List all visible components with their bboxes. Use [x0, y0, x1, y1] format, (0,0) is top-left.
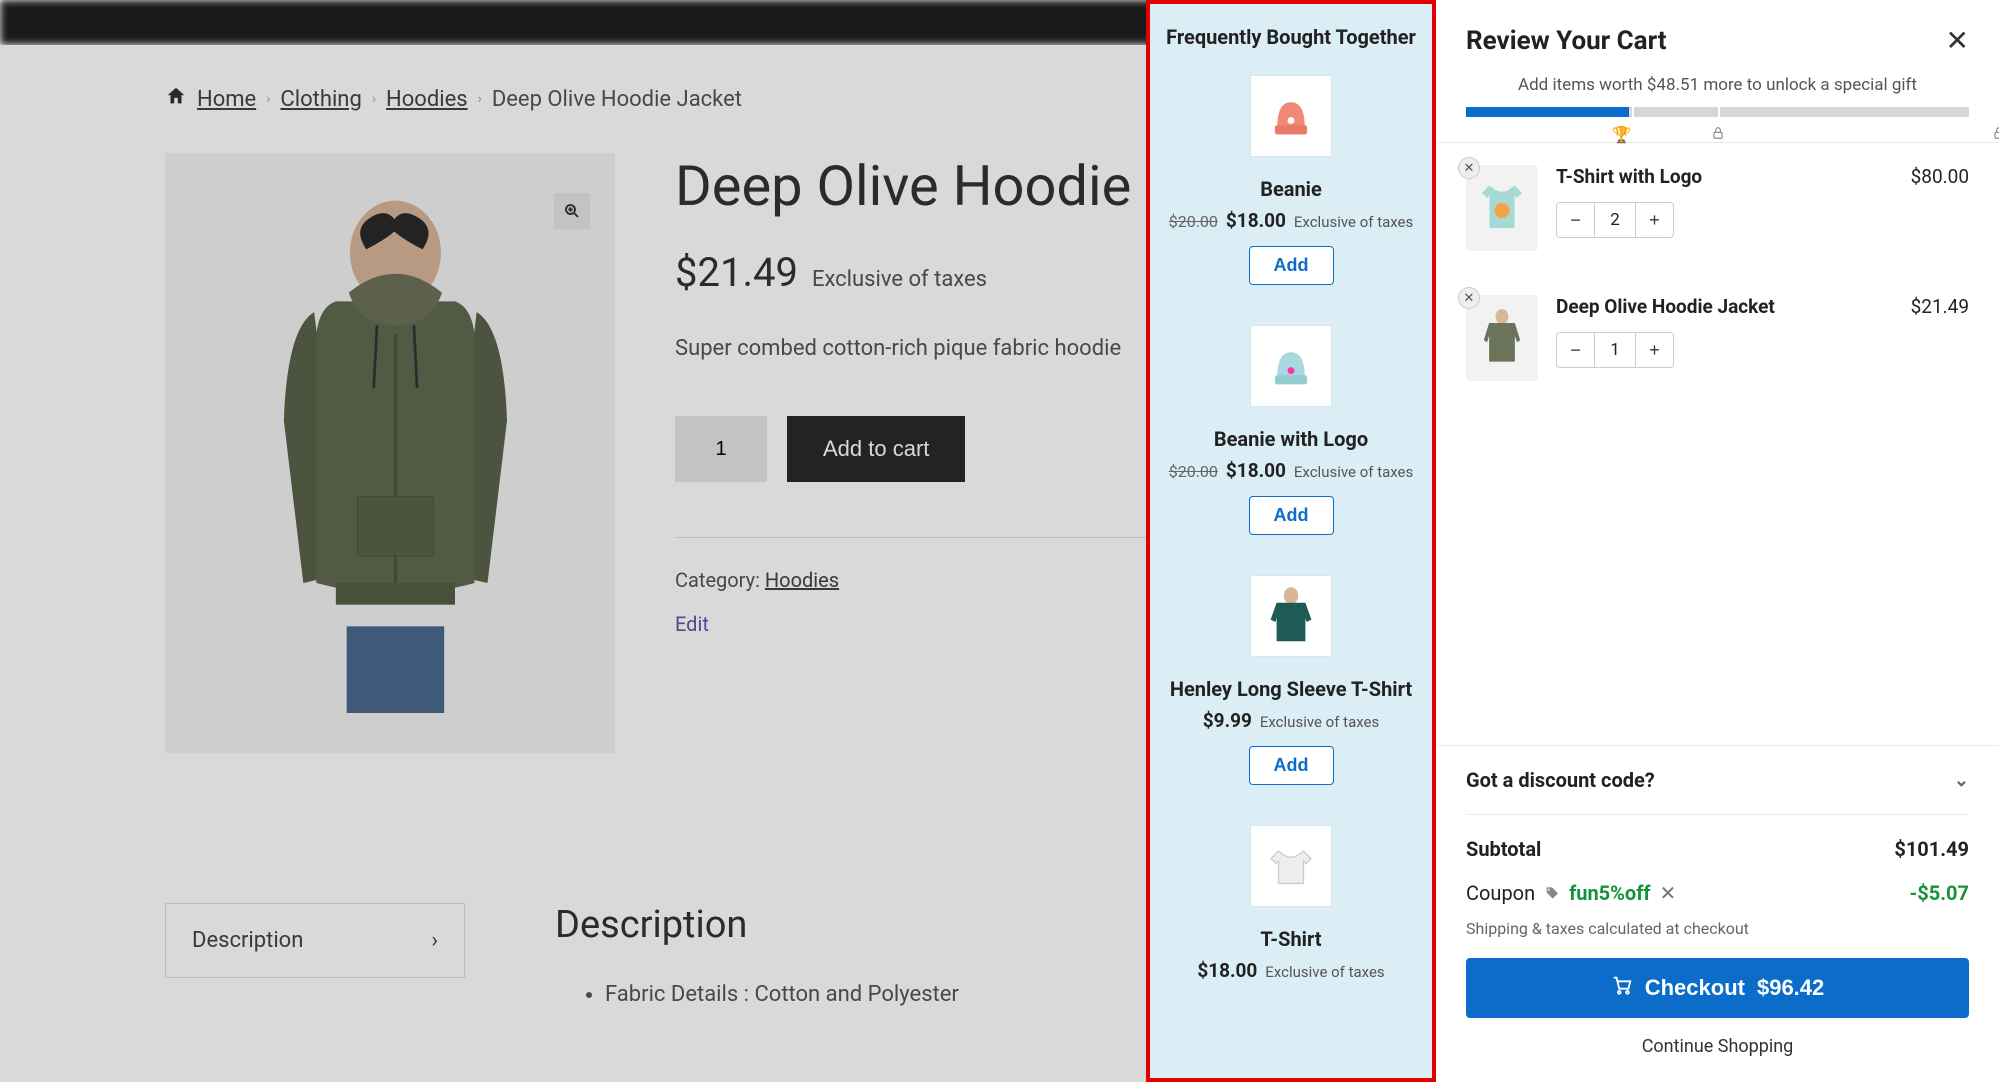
fbt-name: Henley Long Sleeve T-Shirt [1165, 677, 1417, 701]
coupon-remove-button[interactable]: ✕ [1659, 881, 1676, 905]
cart-item-price: $80.00 [1911, 165, 1969, 251]
fbt-tax: Exclusive of taxes [1260, 713, 1379, 731]
remove-item-button[interactable]: ✕ [1458, 157, 1480, 179]
fbt-item: Henley Long Sleeve T-Shirt $9.99 Exclusi… [1165, 575, 1417, 785]
qty-minus-button[interactable]: − [1557, 333, 1595, 367]
cart-item-price: $21.49 [1911, 295, 1969, 381]
discount-toggle[interactable]: Got a discount code? ⌄ [1466, 746, 1969, 815]
zoom-icon[interactable] [554, 193, 590, 229]
coupon-amount: -$5.07 [1909, 881, 1969, 905]
tab-description[interactable]: Description › [165, 903, 465, 978]
description-bullet: Fabric Details : Cotton and Polyester [605, 982, 959, 1007]
fbt-price: $18.00 [1197, 959, 1257, 982]
breadcrumb-hoodies[interactable]: Hoodies [386, 87, 468, 112]
breadcrumb-sep: › [478, 91, 482, 107]
trophy-icon: 🏆 [1612, 125, 1632, 144]
category-link[interactable]: Hoodies [765, 568, 839, 592]
coupon-code: fun5%off [1569, 881, 1650, 905]
fbt-price-row: $9.99 Exclusive of taxes [1165, 709, 1417, 732]
home-icon [165, 85, 187, 113]
category-label: Category: [675, 568, 765, 592]
fbt-price: $18.00 [1226, 459, 1286, 482]
shipping-note: Shipping & taxes calculated at checkout [1466, 919, 1969, 938]
chevron-right-icon: › [431, 928, 438, 953]
fbt-tax: Exclusive of taxes [1265, 963, 1384, 981]
breadcrumb-home[interactable]: Home [197, 87, 256, 112]
quantity-stepper: − 1 + [1556, 332, 1674, 368]
cart-item-thumb[interactable]: ✕ [1466, 165, 1538, 251]
fbt-thumb-beanie[interactable] [1250, 75, 1332, 157]
fbt-add-button[interactable]: Add [1249, 496, 1334, 535]
fbt-thumb-beanie-logo[interactable] [1250, 325, 1332, 407]
fbt-item: Beanie $20.00 $18.00 Exclusive of taxes … [1165, 75, 1417, 285]
qty-plus-button[interactable]: + [1635, 333, 1673, 367]
checkout-total: $96.42 [1757, 975, 1824, 1001]
add-to-cart-button[interactable]: Add to cart [787, 416, 965, 482]
checkout-label: Checkout [1645, 975, 1745, 1001]
qty-minus-button[interactable]: − [1557, 203, 1595, 237]
remove-item-button[interactable]: ✕ [1458, 287, 1480, 309]
lock-icon [1992, 125, 1999, 144]
tab-label: Description [192, 928, 303, 953]
fbt-item: T-Shirt $18.00 Exclusive of taxes [1165, 825, 1417, 982]
cart-item: ✕ T-Shirt with Logo − 2 + $80.00 [1466, 143, 1969, 273]
fbt-old-price: $20.00 [1169, 212, 1218, 231]
quantity-stepper: − 2 + [1556, 202, 1674, 238]
fbt-price-row: $20.00 $18.00 Exclusive of taxes [1165, 209, 1417, 232]
coupon-label: Coupon [1466, 881, 1535, 905]
cart-item: ✕ Deep Olive Hoodie Jacket − 1 + $21.49 [1466, 273, 1969, 403]
cart-icon [1611, 974, 1633, 1002]
subtotal-value: $101.49 [1894, 837, 1969, 861]
cart-panel: Review Your Cart ✕ Add items worth $48.5… [1436, 0, 1999, 1082]
discount-label: Got a discount code? [1466, 768, 1655, 792]
chevron-down-icon: ⌄ [1954, 770, 1969, 791]
cart-item-name: Deep Olive Hoodie Jacket [1556, 295, 1893, 318]
breadcrumb-clothing[interactable]: Clothing [280, 87, 361, 112]
fbt-add-button[interactable]: Add [1249, 246, 1334, 285]
coupon-line: Coupon fun5%off ✕ [1466, 881, 1676, 905]
progress-bar: 🏆 [1436, 107, 1999, 142]
fbt-name: Beanie with Logo [1165, 427, 1417, 451]
qty-value: 1 [1595, 333, 1635, 367]
checkout-button[interactable]: Checkout $96.42 [1466, 958, 1969, 1018]
product-price: $21.49 [675, 249, 798, 296]
fbt-price: $18.00 [1226, 209, 1286, 232]
fbt-title: Frequently Bought Together [1165, 24, 1417, 50]
description-heading: Description [555, 903, 959, 947]
continue-shopping-link[interactable]: Continue Shopping [1466, 1018, 1969, 1057]
fbt-add-button[interactable]: Add [1249, 746, 1334, 785]
fbt-price: $9.99 [1203, 709, 1252, 732]
frequently-bought-panel: Frequently Bought Together Beanie $20.00… [1146, 0, 1436, 1082]
hoodie-illustration [220, 193, 560, 713]
fbt-thumb-tshirt[interactable] [1250, 825, 1332, 907]
fbt-price-row: $18.00 Exclusive of taxes [1165, 959, 1417, 982]
unlock-text: Add items worth $48.51 more to unlock a … [1436, 75, 1999, 107]
close-icon[interactable]: ✕ [1946, 24, 1969, 57]
fbt-price-row: $20.00 $18.00 Exclusive of taxes [1165, 459, 1417, 482]
qty-value: 2 [1595, 203, 1635, 237]
qty-plus-button[interactable]: + [1635, 203, 1673, 237]
cart-title: Review Your Cart [1466, 26, 1667, 56]
breadcrumb-sep: › [266, 91, 270, 107]
fbt-thumb-henley[interactable] [1250, 575, 1332, 657]
subtotal-label: Subtotal [1466, 837, 1541, 861]
fbt-name: Beanie [1165, 177, 1417, 201]
fbt-tax: Exclusive of taxes [1294, 213, 1413, 231]
cart-item-name: T-Shirt with Logo [1556, 165, 1893, 188]
lock-icon [1711, 125, 1725, 144]
fbt-item: Beanie with Logo $20.00 $18.00 Exclusive… [1165, 325, 1417, 535]
product-image[interactable] [165, 153, 615, 753]
breadcrumb-current: Deep Olive Hoodie Jacket [492, 87, 742, 112]
cart-item-thumb[interactable]: ✕ [1466, 295, 1538, 381]
tax-note: Exclusive of taxes [812, 267, 987, 292]
breadcrumb-sep: › [372, 91, 376, 107]
tag-icon [1544, 881, 1565, 905]
quantity-input[interactable] [675, 416, 767, 482]
fbt-old-price: $20.00 [1169, 462, 1218, 481]
fbt-name: T-Shirt [1165, 927, 1417, 951]
fbt-tax: Exclusive of taxes [1294, 463, 1413, 481]
